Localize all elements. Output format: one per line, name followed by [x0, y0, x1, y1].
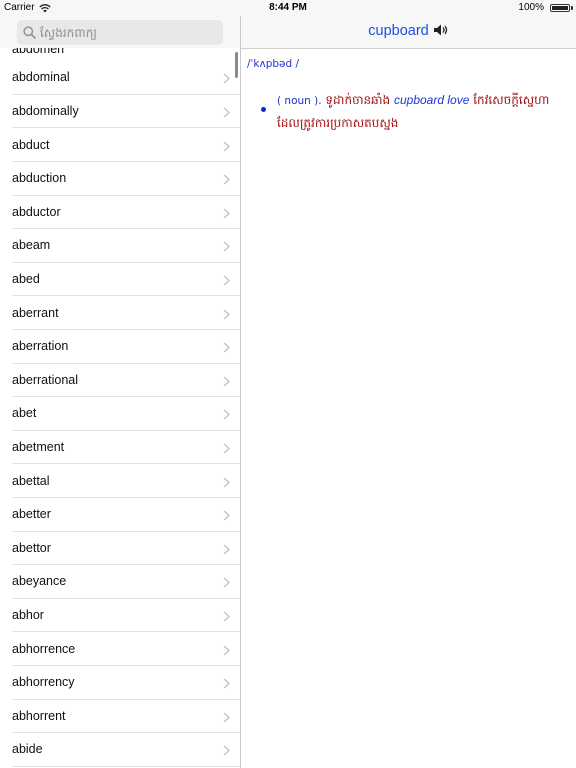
chevron-right-icon	[223, 308, 230, 320]
speaker-icon[interactable]	[433, 23, 449, 37]
word-list-item[interactable]: abdominal	[0, 61, 240, 95]
word-list-item-label: abettal	[12, 473, 50, 488]
word-list-item-clipped[interactable]: abdomen	[12, 48, 64, 56]
word-list-item-label: abetment	[12, 439, 65, 454]
part-of-speech: ( noun ).	[277, 95, 322, 107]
chevron-right-icon	[223, 443, 230, 454]
word-list-item[interactable]: abhorrence	[0, 633, 240, 667]
scroll-indicator[interactable]	[235, 52, 238, 78]
word-list-item[interactable]: abetter	[0, 498, 240, 532]
definition-entry: ( noun ). ទូដាក់ចានឆាំង cupboard love កែ…	[277, 89, 567, 134]
definition-text: ទូដាក់ចានឆាំង	[321, 93, 394, 107]
word-list-item[interactable]: aberrational	[0, 364, 240, 398]
word-list-item-label: abeam	[12, 238, 51, 253]
chevron-right-icon	[223, 342, 230, 353]
status-bar: Carrier 8:44 PM 100%	[0, 0, 576, 16]
battery-icon	[550, 4, 570, 12]
search-input[interactable]	[40, 20, 220, 45]
battery-level	[552, 6, 568, 10]
word-list-item[interactable]: abeam	[0, 229, 240, 263]
clock: 8:44 PM	[269, 2, 307, 13]
chevron-right-icon	[223, 174, 230, 185]
word-list-item[interactable]: abhor	[0, 599, 240, 633]
chevron-right-icon	[223, 678, 230, 689]
word-list-item[interactable]: abduct	[0, 129, 240, 163]
chevron-right-icon	[223, 73, 230, 84]
chevron-right-icon	[223, 107, 230, 118]
example-phrase: cupboard love	[393, 93, 470, 107]
chevron-right-icon	[223, 644, 230, 656]
search-icon	[23, 26, 36, 39]
word-list-item-label: abduction	[12, 171, 67, 186]
word-list-item[interactable]: abhorrent	[0, 700, 240, 734]
chevron-right-icon	[223, 611, 230, 622]
word-list-item[interactable]: abdominally	[0, 95, 240, 129]
word-list-item-label: abhorrence	[12, 641, 76, 656]
word-list-item[interactable]: abeyance	[0, 565, 240, 599]
word-list-item[interactable]: aberration	[0, 330, 240, 364]
pronunciation: /ˈkʌpbəd /	[247, 58, 300, 70]
word-list-item[interactable]: abetment	[0, 431, 240, 465]
chevron-right-icon	[223, 376, 230, 387]
chevron-right-icon	[223, 275, 230, 286]
word-list[interactable]: abdomen abdominal abdominally abduct abduct…	[0, 48, 240, 768]
word-list-item[interactable]: abhorrency	[0, 666, 240, 700]
word-list-item-label: abettor	[12, 540, 51, 555]
chevron-right-icon	[223, 544, 230, 555]
chevron-right-icon	[223, 208, 230, 219]
search-field[interactable]	[17, 20, 223, 45]
word-list-item-label: abduct	[12, 137, 50, 152]
search-bar	[0, 16, 240, 48]
chevron-right-icon	[223, 409, 230, 420]
word-list-item[interactable]: abettal	[0, 465, 240, 499]
word-list-item-label: abductor	[12, 204, 61, 219]
word-list-item-label: abhorrent	[12, 708, 66, 723]
word-list-item[interactable]: abet	[0, 397, 240, 431]
word-list-item-label: abhor	[12, 607, 44, 622]
word-list-item-label: abhorrency	[12, 675, 75, 690]
word-list-item-label: aberration	[12, 339, 69, 354]
word-list-item-label: aberrational	[12, 372, 79, 387]
detail-pane: cupboard /ˈkʌpbəd / ( noun ). ទូដាក់ចានឆ…	[241, 16, 576, 768]
word-list-item[interactable]: abductor	[0, 196, 240, 230]
word-list-item[interactable]: abed	[0, 263, 240, 297]
word-list-item-label: aberrant	[12, 305, 59, 320]
word-list-item-label: abdominally	[12, 103, 79, 118]
word-list-item-label: abeyance	[12, 574, 67, 589]
chevron-right-icon	[223, 577, 230, 588]
chevron-right-icon	[223, 241, 230, 252]
headword-title: cupboard	[368, 23, 429, 39]
word-list-item-label: abet	[12, 406, 37, 421]
word-list-pane: abdomen abdominal abdominally abduct abduct…	[0, 16, 241, 768]
chevron-right-icon	[223, 476, 230, 488]
word-list-item[interactable]: abide	[0, 733, 240, 767]
word-list-item[interactable]: abettor	[0, 532, 240, 566]
word-list-item-label: abetter	[12, 507, 51, 522]
detail-header: cupboard	[241, 16, 576, 49]
chevron-right-icon	[223, 745, 230, 756]
battery-percent: 100%	[518, 2, 544, 13]
row-separator	[12, 765, 240, 767]
word-list-item-label: abide	[12, 742, 43, 757]
chevron-right-icon	[223, 510, 230, 521]
word-list-item-label: abdominal	[12, 70, 70, 85]
chevron-right-icon	[223, 712, 230, 723]
chevron-right-icon	[223, 140, 230, 152]
battery-tip	[571, 6, 573, 10]
word-list-item[interactable]: aberrant	[0, 297, 240, 331]
definition-bullet	[261, 107, 266, 112]
detail-title-wrap: cupboard	[241, 23, 576, 39]
word-list-item-label: abed	[12, 271, 40, 286]
word-list-item[interactable]: abduction	[0, 162, 240, 196]
